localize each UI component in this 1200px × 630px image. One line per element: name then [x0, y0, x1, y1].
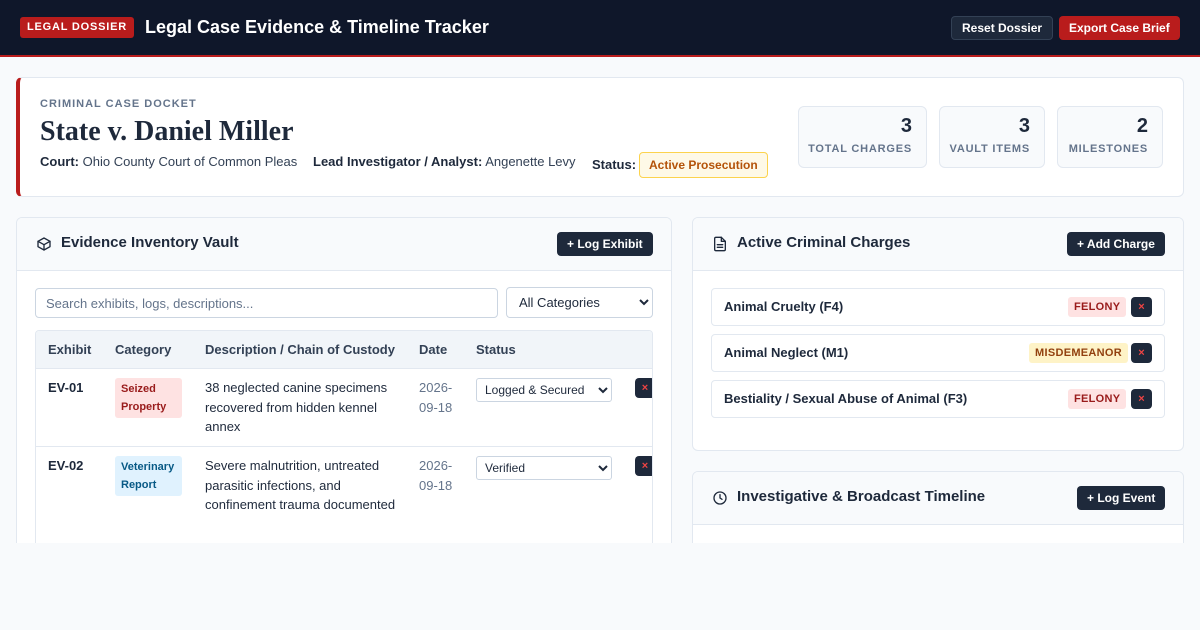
reset-dossier-button[interactable]: Reset Dossier — [951, 16, 1054, 40]
category-badge: Seized Property — [115, 378, 182, 418]
case-title: State v. Daniel Miller — [40, 116, 294, 147]
log-event-button[interactable]: + Log Event — [1077, 486, 1166, 510]
category-badge: Veterinary Report — [115, 456, 182, 496]
viewport-cutoff — [0, 543, 1200, 630]
stat-label: TOTAL CHARGES — [808, 143, 912, 155]
brand-badge: LEGAL DOSSIER — [20, 17, 135, 38]
panel-title: Investigative & Broadcast Timeline — [737, 488, 986, 505]
lead-value: Angenette Levy — [485, 154, 576, 169]
court-label: Court: — [40, 154, 79, 169]
charge-name: Bestiality / Sexual Abuse of Animal (F3) — [724, 391, 968, 406]
stat-total-charges: 3 TOTAL CHARGES — [798, 106, 927, 168]
delete-charge-button[interactable]: × — [1131, 389, 1152, 409]
add-charge-button[interactable]: + Add Charge — [1067, 232, 1165, 256]
column-header-status: Status — [476, 342, 516, 357]
panel-header: Active Criminal Charges + Add Charge — [693, 218, 1183, 271]
status-select[interactable]: Verified — [476, 456, 612, 480]
column-header-exhibit: Exhibit — [48, 342, 92, 357]
table-header: Exhibit Category Description / Chain of … — [36, 331, 652, 369]
charge-item: Bestiality / Sexual Abuse of Animal (F3)… — [711, 380, 1165, 418]
stat-number: 3 — [900, 115, 912, 137]
column-header-category: Category — [115, 342, 172, 357]
exhibit-id: EV-02 — [48, 458, 84, 473]
delete-exhibit-button[interactable]: × — [635, 378, 652, 398]
box-icon — [37, 237, 51, 251]
status-select[interactable]: Logged & Secured — [476, 378, 612, 402]
delete-charge-button[interactable]: × — [1131, 343, 1152, 363]
exhibit-id: EV-01 — [48, 380, 84, 395]
export-case-brief-button[interactable]: Export Case Brief — [1059, 16, 1180, 40]
criminal-charges-panel: Active Criminal Charges + Add Charge Ani… — [692, 217, 1184, 451]
charge-name: Animal Neglect (M1) — [724, 345, 849, 360]
column-header-description: Description / Chain of Custody — [205, 342, 395, 357]
stat-label: VAULT ITEMS — [949, 143, 1030, 155]
case-docket-card: CRIMINAL CASE DOCKET State v. Daniel Mil… — [16, 77, 1184, 197]
stat-label: MILESTONES — [1068, 143, 1148, 155]
charge-severity-badge: FELONY — [1068, 297, 1127, 317]
document-icon — [714, 236, 726, 252]
panel-title: Evidence Inventory Vault — [61, 234, 239, 251]
panel-header: Investigative & Broadcast Timeline + Log… — [693, 472, 1183, 525]
exhibit-date: 2026-09-18 — [419, 458, 453, 493]
stat-number: 2 — [1136, 115, 1148, 137]
app-title: Legal Case Evidence & Timeline Tracker — [145, 17, 489, 37]
exhibit-description: 38 neglected canine specimens recovered … — [205, 380, 388, 434]
search-input[interactable] — [35, 288, 498, 318]
status-info: Status: — [592, 157, 636, 172]
charge-severity-badge: MISDEMEANOR — [1029, 343, 1129, 363]
table-row: EV-02 Veterinary Report Severe malnutrit… — [36, 447, 652, 545]
stat-number: 3 — [1018, 115, 1030, 137]
clock-icon — [713, 491, 727, 505]
stat-vault-items: 3 VAULT ITEMS — [939, 106, 1045, 168]
column-header-date: Date — [419, 342, 448, 357]
charge-name: Animal Cruelty (F4) — [724, 299, 844, 314]
docket-kicker: CRIMINAL CASE DOCKET — [40, 98, 197, 110]
exhibit-date: 2026-09-18 — [419, 380, 453, 415]
log-exhibit-button[interactable]: + Log Exhibit — [557, 232, 653, 256]
category-filter-select[interactable]: All Categories — [506, 287, 653, 318]
exhibit-description: Severe malnutrition, untreated parasitic… — [205, 458, 396, 512]
panel-title: Active Criminal Charges — [737, 234, 911, 251]
court-value: Ohio County Court of Common Pleas — [82, 154, 298, 169]
court-info: Court: Ohio County Court of Common Pleas — [40, 154, 297, 169]
charge-severity-badge: FELONY — [1068, 389, 1127, 409]
lead-label: Lead Investigator / Analyst: — [313, 154, 483, 169]
table-row: EV-01 Seized Property 38 neglected canin… — [36, 369, 652, 447]
status-label: Status: — [592, 157, 637, 172]
stat-milestones: 2 MILESTONES — [1057, 106, 1163, 168]
charge-item: Animal Neglect (M1) MISDEMEANOR × — [711, 334, 1165, 372]
delete-exhibit-button[interactable]: × — [635, 456, 652, 476]
status-badge: Active Prosecution — [639, 152, 768, 178]
app-header: LEGAL DOSSIER Legal Case Evidence & Time… — [0, 0, 1200, 57]
delete-charge-button[interactable]: × — [1131, 297, 1152, 317]
lead-investigator-info: Lead Investigator / Analyst: Angenette L… — [313, 154, 576, 169]
charge-item: Animal Cruelty (F4) FELONY × — [711, 288, 1165, 326]
panel-header: Evidence Inventory Vault + Log Exhibit — [17, 218, 671, 271]
